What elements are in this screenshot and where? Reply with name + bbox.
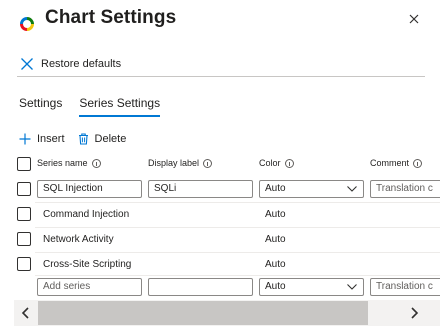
new-color-dropdown-value: Auto (265, 281, 286, 292)
info-icon[interactable] (413, 158, 423, 168)
chevron-down-icon (347, 284, 357, 290)
row-divider (35, 202, 440, 203)
insert-button[interactable]: Insert (19, 133, 65, 145)
display-label-input[interactable]: SQLi (148, 180, 253, 198)
grid-header: Series name Display label Color Comment (0, 154, 440, 174)
table-row[interactable]: Network Activity Auto (0, 227, 440, 252)
display-label-header-label: Display label (148, 158, 200, 168)
app-logo-icon (20, 17, 34, 31)
trash-icon (78, 133, 88, 145)
column-header-color: Color (259, 158, 294, 168)
insert-label: Insert (37, 133, 65, 145)
series-name-cell: Network Activity (43, 234, 114, 245)
row-checkbox[interactable] (17, 232, 31, 246)
row-checkbox[interactable] (17, 207, 31, 221)
new-display-label-input[interactable] (148, 278, 253, 296)
tab-bar: Settings Series Settings (19, 96, 177, 118)
add-series-input[interactable]: Add series (37, 278, 142, 296)
column-header-comment: Comment (370, 158, 423, 168)
header-divider (17, 76, 425, 77)
table-row[interactable]: SQL Injection SQLi Auto Translation c (0, 178, 440, 202)
restore-defaults-label: Restore defaults (41, 58, 122, 70)
row-checkbox[interactable] (17, 257, 31, 271)
row-divider (35, 275, 440, 276)
tab-settings[interactable]: Settings (19, 96, 62, 116)
select-all-checkbox[interactable] (17, 157, 31, 171)
info-icon[interactable] (91, 158, 101, 168)
new-series-row[interactable]: Add series Auto Translation c (0, 275, 440, 300)
color-cell: Auto (265, 259, 286, 270)
row-checkbox[interactable] (17, 182, 31, 196)
table-row[interactable]: Command Injection Auto (0, 202, 440, 227)
comment-input[interactable]: Translation c (370, 180, 440, 198)
color-dropdown-value: Auto (265, 183, 286, 194)
row-divider (35, 252, 440, 253)
panel-header: Chart Settings (0, 0, 440, 40)
table-row[interactable]: Cross-Site Scripting Auto (0, 252, 440, 277)
new-color-dropdown[interactable]: Auto (259, 278, 364, 296)
column-header-series-name: Series name (37, 158, 101, 168)
horizontal-scrollbar[interactable] (14, 300, 440, 326)
close-icon[interactable] (406, 11, 422, 27)
chevron-right-icon[interactable] (406, 305, 422, 321)
plus-icon (19, 133, 31, 145)
color-dropdown[interactable]: Auto (259, 180, 364, 198)
series-name-header-label: Series name (37, 158, 88, 168)
color-header-label: Color (259, 158, 281, 168)
comment-header-label: Comment (370, 158, 410, 168)
restore-defaults-button[interactable]: Restore defaults (20, 55, 121, 73)
color-cell: Auto (265, 209, 286, 220)
row-divider (35, 227, 440, 228)
info-icon[interactable] (284, 158, 294, 168)
chevron-left-icon[interactable] (18, 305, 34, 321)
tab-series-settings[interactable]: Series Settings (79, 96, 160, 117)
series-name-cell: Cross-Site Scripting (43, 259, 132, 270)
panel-title: Chart Settings (45, 7, 177, 28)
delete-button[interactable]: Delete (78, 133, 127, 145)
info-icon[interactable] (203, 158, 213, 168)
delete-label: Delete (94, 133, 127, 145)
chevron-down-icon (347, 186, 357, 192)
color-cell: Auto (265, 234, 286, 245)
restore-close-x-icon (21, 58, 33, 70)
series-name-input[interactable]: SQL Injection (37, 180, 142, 198)
column-header-display-label: Display label (148, 158, 213, 168)
series-name-cell: Command Injection (43, 209, 130, 220)
scrollbar-thumb[interactable] (38, 301, 368, 325)
new-comment-input[interactable]: Translation c (370, 278, 440, 296)
series-toolbar: Insert Delete (19, 131, 139, 147)
